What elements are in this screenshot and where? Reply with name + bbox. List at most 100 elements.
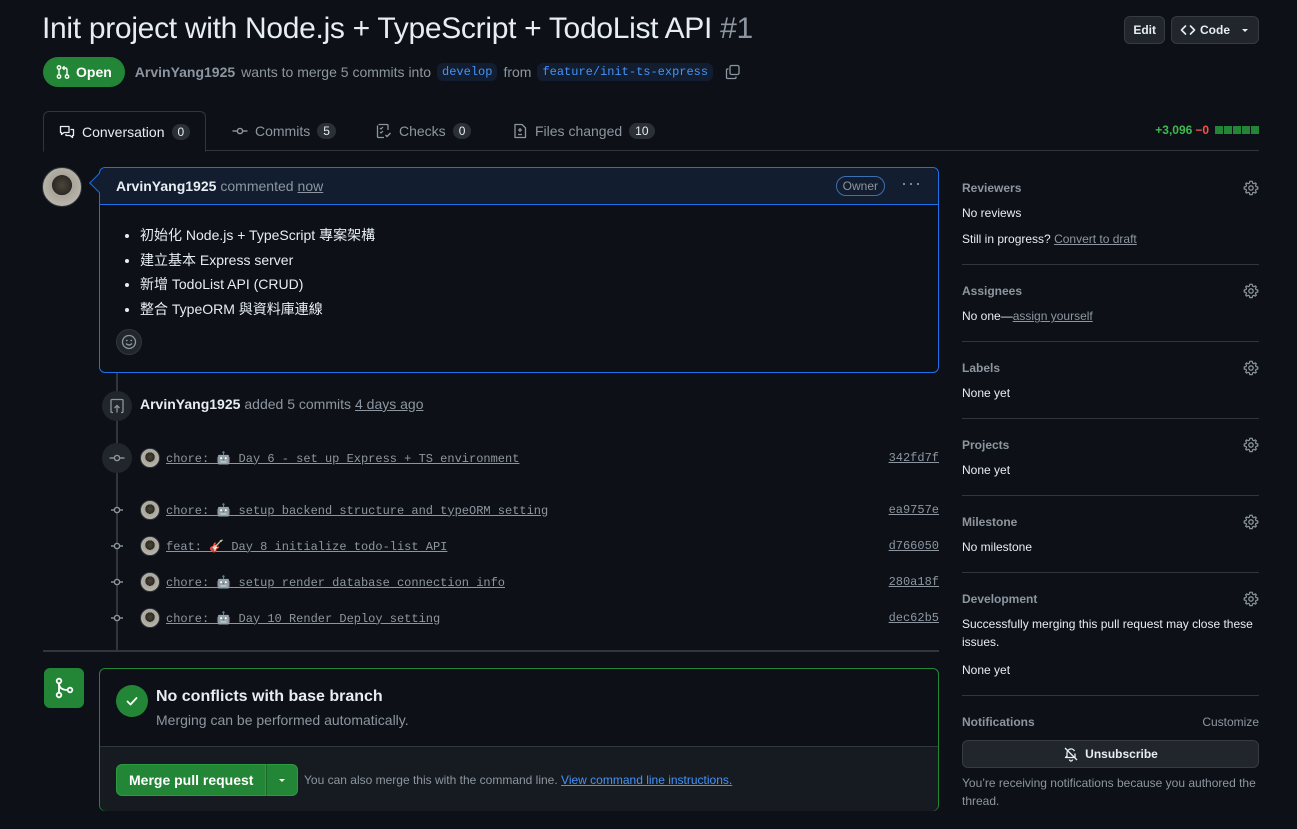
tab-files-changed[interactable]: Files changed 10 (497, 111, 670, 151)
git-commit-icon (232, 123, 248, 139)
sidebar-development: Development Successfully merging this pu… (962, 589, 1259, 696)
status-badge: Open (43, 57, 125, 87)
commit-message[interactable]: feat: 🎸 Day 8 initialize todo-list API (166, 539, 447, 554)
commit-message[interactable]: chore: 🤖 Day 10 Render Deploy setting (166, 611, 440, 626)
diffstat: +3,096 −0 (1155, 123, 1259, 137)
commits-added-event: ArvinYang1925 added 5 commits 4 days ago (140, 396, 424, 412)
gear-icon[interactable] (1243, 591, 1259, 607)
header-actions: Edit Code (1124, 16, 1259, 44)
git-merge-icon (44, 668, 84, 708)
sidebar-heading-label: Assignees (962, 284, 1023, 298)
sidebar-heading-label: Milestone (962, 515, 1018, 529)
gear-icon[interactable] (1243, 180, 1259, 196)
tab-conversation[interactable]: Conversation 0 (43, 111, 207, 152)
commit-message[interactable]: chore: 🤖 setup backend structure and typ… (166, 503, 548, 518)
commit-sha[interactable]: d766050 (889, 539, 939, 553)
avatar[interactable] (140, 572, 160, 592)
sidebar-heading[interactable]: Reviewers (962, 178, 1259, 198)
owner-badge: Owner (835, 176, 886, 196)
tab-label: Commits (255, 123, 311, 139)
gear-icon[interactable] (1243, 514, 1259, 530)
pr-number: #1 (720, 12, 753, 45)
kebab-menu-icon[interactable]: ··· (901, 174, 922, 194)
sidebar-heading[interactable]: Assignees (962, 281, 1259, 301)
head-branch[interactable]: feature/init-ts-express (537, 63, 714, 81)
smiley-icon[interactable] (116, 329, 142, 355)
event-timestamp[interactable]: 4 days ago (355, 396, 424, 412)
chevron-down-icon (1240, 25, 1250, 35)
tab-count: 5 (317, 123, 336, 139)
sidebar-milestone: Milestone No milestone (962, 512, 1259, 573)
sidebar-heading-label: Development (962, 592, 1038, 606)
avatar[interactable] (42, 167, 82, 207)
merge-button-group: Merge pull request (116, 764, 299, 796)
merge-description: wants to merge 5 commits into (241, 64, 432, 80)
sidebar-heading[interactable]: Projects (962, 435, 1259, 455)
commit-sha[interactable]: dec62b5 (889, 611, 939, 625)
sidebar-heading-label: Notifications (962, 715, 1035, 729)
unsubscribe-button[interactable]: Unsubscribe (962, 740, 1259, 768)
merge-pull-request-button[interactable]: Merge pull request (116, 764, 267, 796)
sidebar-heading: Notifications Customize (962, 712, 1259, 732)
comment-author[interactable]: ArvinYang1925 (116, 178, 216, 194)
commit-message[interactable]: chore: 🤖 setup render database connectio… (166, 575, 505, 590)
command-line-instructions-link[interactable]: View command line instructions. (561, 773, 732, 787)
list-item: 建立基本 Express server (140, 248, 922, 273)
merge-status: No conflicts with base branch Merging ca… (100, 669, 938, 747)
commit-sha[interactable]: 342fd7f (889, 451, 939, 465)
gear-icon[interactable] (1243, 283, 1259, 299)
sidebar-heading-label: Projects (962, 438, 1010, 452)
comment-timestamp[interactable]: now (298, 178, 324, 194)
author-link[interactable]: ArvinYang1925 (135, 64, 235, 80)
sidebar-heading[interactable]: Labels (962, 358, 1259, 378)
convert-to-draft-link[interactable]: Convert to draft (1054, 232, 1137, 246)
commit-message[interactable]: chore: 🤖 Day 6 - set up Express + TS env… (166, 451, 519, 466)
customize-link[interactable]: Customize (1202, 715, 1259, 729)
edit-button[interactable]: Edit (1124, 16, 1165, 44)
avatar[interactable] (140, 500, 160, 520)
sidebar-heading[interactable]: Development (962, 589, 1259, 609)
avatar[interactable] (140, 608, 160, 628)
pull-request-icon (55, 64, 71, 80)
event-user[interactable]: ArvinYang1925 (140, 396, 240, 412)
gear-icon[interactable] (1243, 437, 1259, 453)
table-row: chore: 🤖 setup backend structure and typ… (106, 499, 939, 521)
avatar[interactable] (140, 448, 160, 468)
tab-count: 0 (452, 123, 472, 139)
sidebar-heading[interactable]: Milestone (962, 512, 1259, 532)
pr-title-text: Init project with Node.js + TypeScript +… (42, 12, 713, 45)
list-item: 新增 TodoList API (CRUD) (140, 272, 922, 297)
base-branch[interactable]: develop (437, 63, 498, 81)
gear-icon[interactable] (1243, 360, 1259, 376)
merge-subtitle: Merging can be performed automatically. (156, 712, 409, 728)
assignees-value: No one—assign yourself (962, 307, 1259, 325)
pr-meta: Open ArvinYang1925 wants to merge 5 comm… (43, 57, 741, 87)
status-label: Open (76, 64, 112, 80)
tab-checks[interactable]: Checks 0 (361, 111, 486, 151)
sidebar-assignees: Assignees No one—assign yourself (962, 281, 1259, 342)
comment-discussion-icon (59, 124, 75, 140)
tab-commits[interactable]: Commits 5 (217, 111, 351, 151)
merge-box: No conflicts with base branch Merging ca… (99, 668, 939, 811)
merge-actions: Merge pull request You can also merge th… (100, 747, 938, 811)
copy-icon[interactable] (725, 64, 741, 80)
commit-sha[interactable]: 280a18f (889, 575, 939, 589)
commit-sha[interactable]: ea9757e (889, 503, 939, 517)
development-text: Successfully merging this pull request m… (962, 617, 1253, 649)
code-icon (1180, 22, 1196, 38)
code-button[interactable]: Code (1171, 16, 1259, 44)
tab-count: 10 (629, 123, 655, 139)
tab-label: Conversation (82, 123, 165, 140)
comment-card: ArvinYang1925 commented now Owner ··· 初始… (99, 167, 939, 373)
merge-hint: You can also merge this with the command… (304, 773, 732, 787)
milestone-value: No milestone (962, 540, 1033, 554)
assignees-text: No one— (962, 309, 1013, 323)
file-diff-icon (512, 123, 528, 139)
sidebar: Reviewers No reviews Still in progress? … (962, 178, 1259, 810)
assign-yourself-link[interactable]: assign yourself (1013, 309, 1093, 323)
merge-options-button[interactable] (266, 764, 299, 796)
avatar[interactable] (140, 536, 160, 556)
notification-note: You’re receiving notifications because y… (962, 776, 1256, 808)
sidebar-heading-label: Labels (962, 361, 1001, 375)
merge-title: No conflicts with base branch (156, 688, 383, 705)
